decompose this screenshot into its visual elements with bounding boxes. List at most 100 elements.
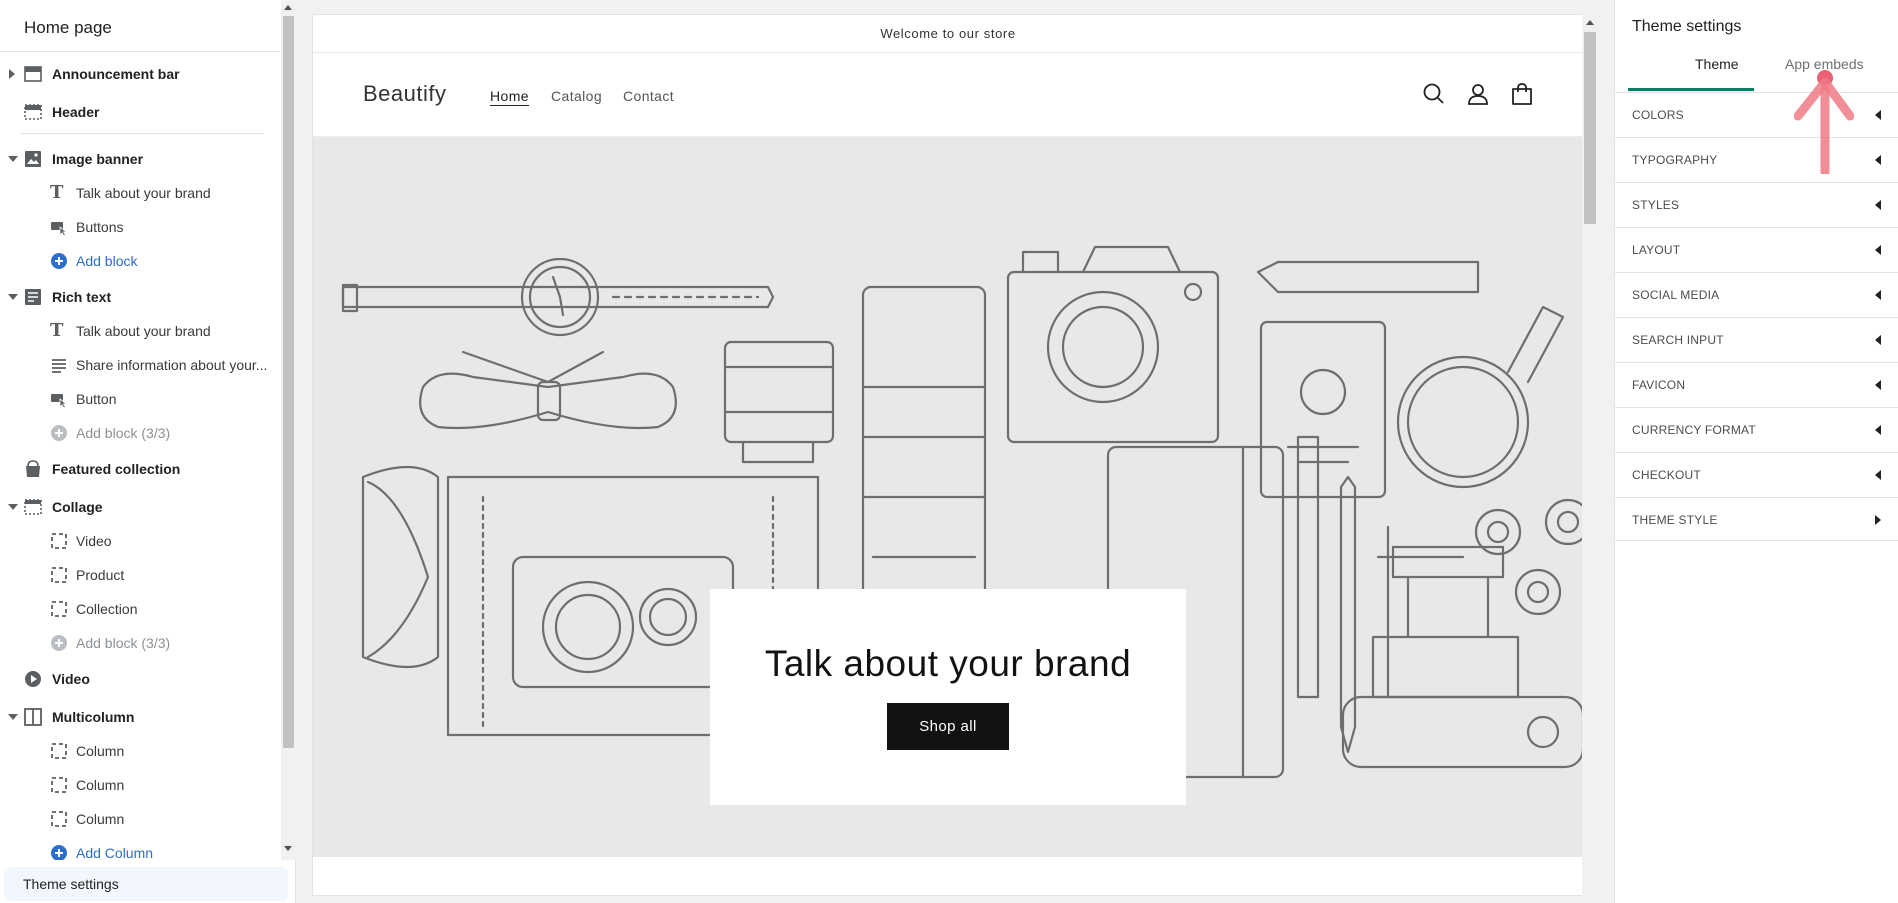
block-label: Column: [76, 743, 125, 759]
block-button[interactable]: Button: [0, 384, 280, 414]
setting-search-input[interactable]: SEARCH INPUT: [1615, 317, 1898, 362]
theme-settings-button[interactable]: Theme settings: [4, 867, 288, 901]
setting-colors[interactable]: COLORS: [1615, 92, 1898, 137]
caret-down-icon[interactable]: [8, 504, 18, 510]
setting-label: STYLES: [1632, 198, 1680, 212]
setting-label: SEARCH INPUT: [1632, 333, 1724, 347]
caret-down-icon[interactable]: [8, 156, 18, 162]
section-label: Image banner: [52, 151, 144, 167]
block-video[interactable]: Video: [0, 526, 280, 556]
collage-icon: [24, 499, 42, 515]
scrollbar-thumb[interactable]: [1584, 32, 1596, 224]
block-talk-about-brand[interactable]: T Talk about your brand: [0, 178, 280, 208]
add-block-disabled: Add block (3/3): [0, 418, 280, 448]
text-block-icon: [25, 289, 41, 305]
dashed-frame-icon: [51, 811, 67, 827]
block-share-information[interactable]: Share information about your...: [0, 350, 280, 380]
block-column[interactable]: Column: [0, 804, 280, 834]
block-label: Add block (3/3): [76, 635, 171, 651]
nav-contact[interactable]: Contact: [623, 88, 674, 104]
caret-left-icon: [1875, 155, 1881, 165]
section-label: Rich text: [52, 289, 112, 305]
search-icon[interactable]: [1421, 81, 1447, 107]
section-icon: [24, 104, 42, 120]
store-header: Beautify Home Catalog Contact: [313, 53, 1583, 137]
block-label: Collection: [76, 601, 138, 617]
caret-right-icon: [1875, 515, 1881, 525]
caret-left-icon: [1875, 425, 1881, 435]
dashed-frame-icon: [51, 601, 67, 617]
nav-home[interactable]: Home: [490, 88, 529, 104]
setting-label: LAYOUT: [1632, 243, 1681, 257]
scroll-up-icon[interactable]: [1586, 20, 1594, 25]
caret-right-icon[interactable]: [9, 69, 15, 79]
scroll-down-icon[interactable]: [284, 846, 292, 851]
setting-social-media[interactable]: SOCIAL MEDIA: [1615, 272, 1898, 317]
caret-down-icon[interactable]: [8, 294, 18, 300]
section-header[interactable]: Header: [0, 97, 280, 127]
section-label: Video: [52, 671, 90, 687]
block-talk-about-brand[interactable]: T Talk about your brand: [0, 316, 280, 346]
scroll-up-icon[interactable]: [284, 5, 292, 10]
paragraph-icon: [52, 359, 66, 373]
block-column[interactable]: Column: [0, 770, 280, 800]
setting-currency-format[interactable]: CURRENCY FORMAT: [1615, 407, 1898, 452]
block-label: Video: [76, 533, 112, 549]
section-label: Header: [52, 104, 100, 120]
section-image-banner[interactable]: Image banner: [0, 144, 280, 174]
section-announcement-bar[interactable]: Announcement bar: [0, 59, 280, 89]
add-circle-icon: [51, 635, 67, 651]
section-rich-text[interactable]: Rich text: [0, 282, 280, 312]
page-title: Home page: [0, 0, 280, 52]
panel-title: Theme settings: [1632, 18, 1742, 35]
image-icon: [25, 151, 41, 167]
setting-typography[interactable]: TYPOGRAPHY: [1615, 137, 1898, 182]
play-icon: [25, 671, 41, 687]
preview-scrollbar[interactable]: [1582, 14, 1598, 896]
add-circle-icon: [51, 845, 67, 860]
block-label: Column: [76, 811, 125, 827]
section-tree: Home page Announcement bar Header Image …: [0, 0, 280, 860]
setting-label: TYPOGRAPHY: [1632, 153, 1718, 167]
dashed-frame-icon: [51, 533, 67, 549]
add-column-button[interactable]: Add Column: [0, 838, 280, 860]
shop-all-button[interactable]: Shop all: [887, 703, 1009, 750]
caret-left-icon: [1875, 380, 1881, 390]
caret-left-icon: [1875, 470, 1881, 480]
add-block-button[interactable]: Add block: [0, 246, 280, 276]
tab-theme[interactable]: Theme: [1695, 56, 1739, 72]
store-logo[interactable]: Beautify: [363, 81, 447, 107]
active-tab-indicator: [1628, 88, 1754, 91]
section-collage[interactable]: Collage: [0, 492, 280, 522]
image-banner: Talk about your brand Shop all: [313, 137, 1583, 857]
caret-left-icon: [1875, 200, 1881, 210]
section-video[interactable]: Video: [0, 664, 280, 694]
block-label: Buttons: [76, 219, 124, 235]
block-column[interactable]: Column: [0, 736, 280, 766]
section-featured-collection[interactable]: Featured collection: [0, 454, 280, 484]
store-preview: Welcome to our store Beautify Home Catal…: [312, 14, 1584, 896]
setting-label: SOCIAL MEDIA: [1632, 288, 1720, 302]
setting-checkout[interactable]: CHECKOUT: [1615, 452, 1898, 497]
caret-down-icon[interactable]: [8, 714, 18, 720]
setting-favicon[interactable]: FAVICON: [1615, 362, 1898, 407]
block-label: Add block: [76, 253, 138, 269]
setting-theme-style[interactable]: THEME STYLE: [1615, 497, 1898, 541]
block-collection[interactable]: Collection: [0, 594, 280, 624]
account-icon[interactable]: [1465, 81, 1491, 107]
block-label: Add block (3/3): [76, 425, 171, 441]
setting-styles[interactable]: STYLES: [1615, 182, 1898, 227]
left-scrollbar[interactable]: [281, 0, 296, 860]
block-buttons[interactable]: Buttons: [0, 212, 280, 242]
section-icon: [24, 66, 42, 82]
cart-icon[interactable]: [1509, 81, 1535, 107]
block-product[interactable]: Product: [0, 560, 280, 590]
setting-layout[interactable]: LAYOUT: [1615, 227, 1898, 272]
add-circle-icon: [51, 425, 67, 441]
setting-label: CHECKOUT: [1632, 468, 1701, 482]
setting-label: COLORS: [1632, 108, 1684, 122]
scrollbar-thumb[interactable]: [283, 16, 294, 748]
section-multicolumn[interactable]: Multicolumn: [0, 702, 280, 732]
nav-catalog[interactable]: Catalog: [551, 88, 602, 104]
caret-left-icon: [1875, 110, 1881, 120]
